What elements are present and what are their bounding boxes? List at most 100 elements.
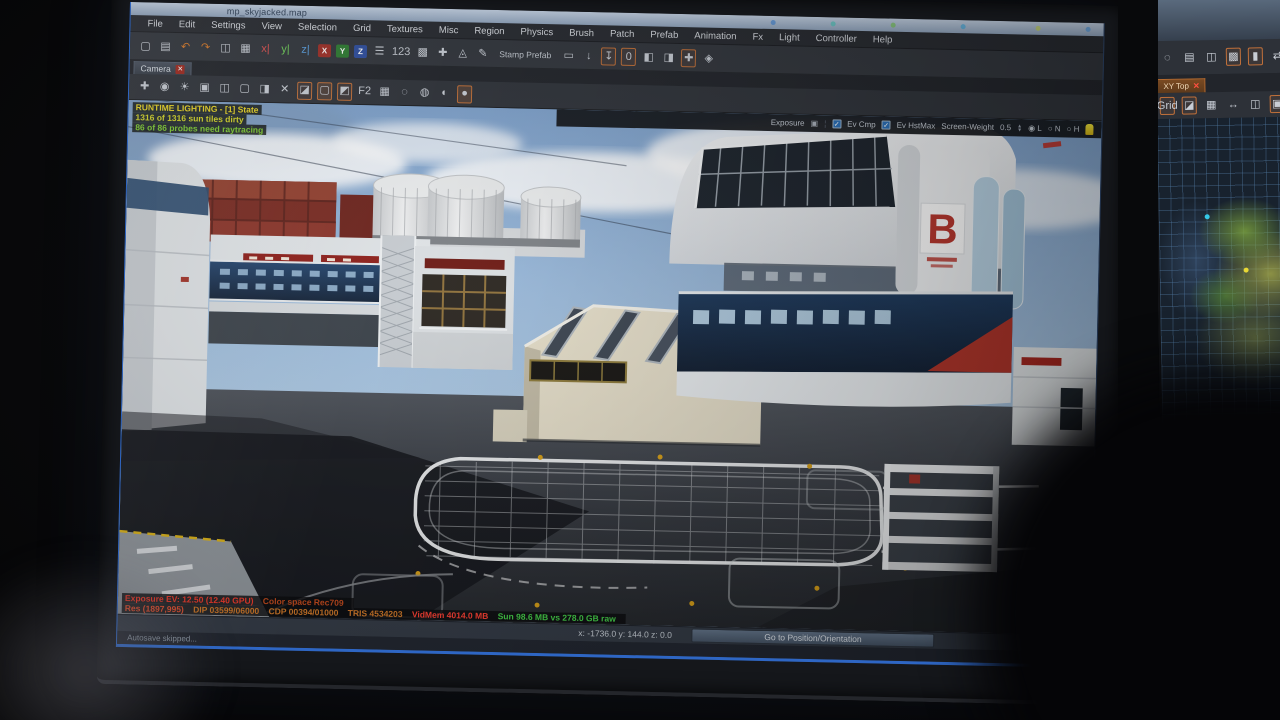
menu-patch[interactable]: Patch bbox=[603, 27, 642, 41]
tab-xy-close-icon[interactable]: ✕ bbox=[1193, 81, 1200, 90]
menu-selection[interactable]: Selection bbox=[291, 20, 344, 34]
region-zoom-icon[interactable]: ◉ bbox=[157, 78, 172, 96]
drop-to-floor-icon[interactable]: ↧ bbox=[601, 48, 616, 66]
undo-icon[interactable]: ↶ bbox=[178, 38, 193, 56]
secondary-monitor-glow bbox=[1155, 0, 1280, 41]
entity-icon[interactable]: ✚ bbox=[435, 44, 450, 62]
checker-icon[interactable]: ▦ bbox=[377, 83, 392, 101]
flip-x-icon[interactable]: x| bbox=[258, 40, 273, 58]
align-view-icon[interactable]: ◈ bbox=[701, 50, 716, 68]
menu-animation[interactable]: Animation bbox=[687, 29, 744, 43]
m2-phone-icon[interactable]: ◌ bbox=[1160, 49, 1175, 67]
sphere-textured-icon[interactable]: ● bbox=[457, 85, 472, 103]
scene-shelf-rack bbox=[882, 464, 999, 572]
screen-weight-value[interactable]: 0.5 bbox=[1000, 123, 1011, 132]
m2-link-icon[interactable]: ⇄ bbox=[1270, 47, 1280, 65]
pen-icon[interactable]: ✎ bbox=[475, 45, 490, 63]
m2-table-icon[interactable]: ▦ bbox=[1204, 96, 1219, 114]
menu-light[interactable]: Light bbox=[772, 31, 807, 45]
menu-view[interactable]: View bbox=[254, 19, 289, 33]
menu-misc[interactable]: Misc bbox=[432, 23, 466, 37]
sphere-flat-icon[interactable]: ◌ bbox=[397, 83, 412, 101]
tab-camera[interactable]: Camera ✕ bbox=[133, 61, 192, 75]
down-arrow-icon[interactable]: ↓ bbox=[581, 47, 596, 65]
radio-h[interactable]: ○ H bbox=[1067, 124, 1080, 133]
menu-brush[interactable]: Brush bbox=[562, 26, 601, 40]
menu-fx[interactable]: Fx bbox=[745, 30, 770, 44]
radio-h-label: H bbox=[1074, 125, 1080, 134]
ev-hstmax-checkbox[interactable]: ✓ bbox=[882, 120, 891, 129]
numbers-icon[interactable]: 123 bbox=[392, 43, 411, 61]
lock-icon[interactable]: ▣ bbox=[810, 119, 818, 128]
bulb-icon[interactable] bbox=[1085, 124, 1093, 135]
open-folder-icon[interactable]: ▤ bbox=[158, 38, 173, 56]
tab-xy-top-label: XY Top bbox=[1163, 82, 1189, 91]
flip-z-icon[interactable]: z| bbox=[298, 41, 313, 59]
copy-icon[interactable]: ◫ bbox=[218, 39, 233, 57]
fx-toggle-icon[interactable]: F2 bbox=[357, 82, 372, 100]
flip-y-icon[interactable]: y| bbox=[278, 40, 293, 58]
secondary-toolbar: ◌▤◫▩▮⇄◬ bbox=[1156, 39, 1280, 75]
menu-file[interactable]: File bbox=[140, 17, 170, 31]
select-add-icon[interactable]: ◨ bbox=[257, 80, 272, 98]
menu-region[interactable]: Region bbox=[467, 24, 511, 38]
wire-mode-icon[interactable]: ▢ bbox=[317, 82, 332, 100]
foreground-blur bbox=[0, 556, 220, 720]
spinner-icon[interactable]: ▲▼ bbox=[1017, 124, 1022, 132]
monitor-icon[interactable]: ▭ bbox=[561, 47, 576, 65]
camera-move-icon[interactable]: ✚ bbox=[137, 78, 152, 96]
texture-window-icon[interactable]: ▩ bbox=[415, 43, 430, 61]
menu-physics[interactable]: Physics bbox=[513, 25, 560, 39]
layer-list-icon[interactable]: ☰ bbox=[372, 43, 387, 61]
menu-prefab[interactable]: Prefab bbox=[643, 28, 685, 42]
m2-grid-button[interactable]: Grid bbox=[1160, 97, 1175, 115]
select-box-icon[interactable]: ▢ bbox=[237, 80, 252, 98]
radio-l[interactable]: ◉ L bbox=[1028, 124, 1042, 133]
stack-two-icon[interactable]: ◨ bbox=[661, 49, 676, 67]
tab-close-icon[interactable]: ✕ bbox=[176, 65, 185, 74]
radio-n[interactable]: ○ N bbox=[1048, 124, 1061, 133]
secondary-tab-strip: XY Top ✕ bbox=[1156, 73, 1280, 93]
fill-mode-icon[interactable]: ◪ bbox=[297, 81, 312, 99]
zero-state-icon[interactable]: 0 bbox=[621, 48, 636, 66]
half-mode-icon[interactable]: ◩ bbox=[337, 82, 352, 100]
menu-grid[interactable]: Grid bbox=[346, 21, 378, 35]
menu-edit[interactable]: Edit bbox=[172, 17, 203, 31]
m2-copy-icon[interactable]: ◫ bbox=[1204, 48, 1219, 66]
stack-one-icon[interactable]: ◧ bbox=[641, 48, 656, 66]
titlebar-reflection-dot bbox=[961, 24, 966, 29]
ev-cmp-checkbox[interactable]: ✓ bbox=[832, 119, 841, 128]
new-file-icon[interactable]: ▢ bbox=[138, 37, 153, 55]
model-icon[interactable]: ◬ bbox=[455, 44, 470, 62]
redo-icon[interactable]: ↷ bbox=[198, 39, 213, 57]
rotate-x-icon[interactable]: X bbox=[318, 44, 331, 57]
camera-viewport-3d[interactable]: B bbox=[118, 100, 1102, 635]
titlebar-reflection-dot bbox=[891, 23, 896, 28]
m2-stamp-icon[interactable]: ◪ bbox=[1182, 96, 1197, 114]
screen-weight-label: Screen-Weight bbox=[941, 122, 994, 132]
select-cross-icon[interactable]: ✕ bbox=[277, 81, 292, 99]
copy-view-icon[interactable]: ◫ bbox=[217, 79, 232, 97]
m2-pages-icon[interactable]: ◫ bbox=[1248, 95, 1263, 113]
plus-icon[interactable]: ✚ bbox=[681, 49, 696, 67]
m2-numbers-icon[interactable]: ▩ bbox=[1226, 48, 1241, 66]
map-marker-cyan bbox=[1205, 214, 1210, 219]
m2-snap-icon[interactable]: ▣ bbox=[1270, 95, 1280, 113]
tab-xy-top[interactable]: XY Top ✕ bbox=[1156, 78, 1205, 93]
sphere-lit-icon[interactable]: ◐ bbox=[437, 84, 452, 102]
sun-preview-icon[interactable]: ☀ bbox=[177, 79, 192, 97]
rotate-z-icon[interactable]: Z bbox=[354, 45, 367, 58]
m2-grid-zoom-icon[interactable]: ▤ bbox=[1182, 48, 1197, 66]
menu-help[interactable]: Help bbox=[866, 33, 900, 47]
m2-filter-icon[interactable]: ▮ bbox=[1248, 47, 1263, 65]
sphere-shaded-icon[interactable]: ◍ bbox=[417, 84, 432, 102]
crop-icon[interactable]: ▣ bbox=[197, 79, 212, 97]
menu-settings[interactable]: Settings bbox=[204, 18, 253, 32]
ev-cmp-label: Ev Cmp bbox=[847, 120, 876, 130]
m2-arrows-icon[interactable]: ↔ bbox=[1226, 96, 1241, 114]
menu-textures[interactable]: Textures bbox=[380, 22, 430, 36]
rotate-y-icon[interactable]: Y bbox=[336, 45, 349, 58]
menu-controller[interactable]: Controller bbox=[809, 31, 864, 45]
exposure-label: Exposure bbox=[771, 118, 805, 128]
paste-icon[interactable]: ▦ bbox=[238, 40, 253, 58]
